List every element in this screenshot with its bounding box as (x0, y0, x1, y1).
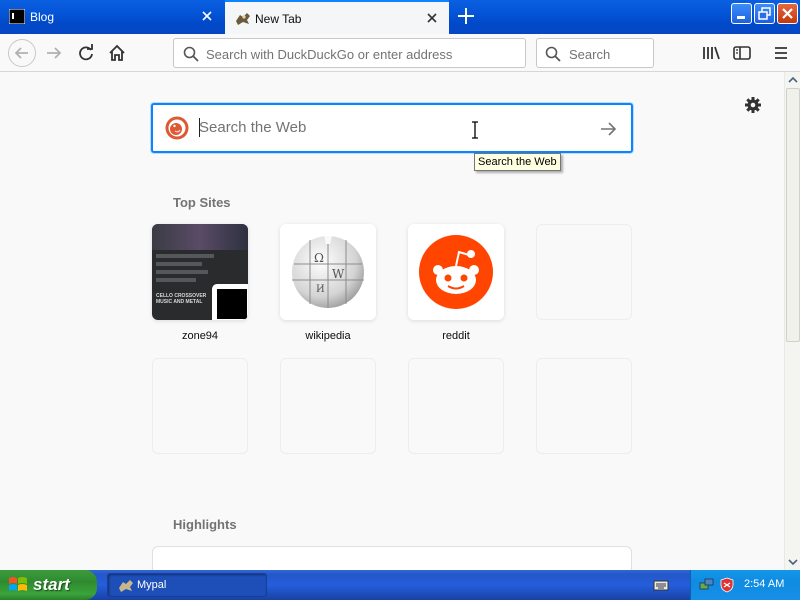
navigation-toolbar: Search with DuckDuckGo or enter address … (0, 34, 800, 72)
top-site-label[interactable]: wikipedia (280, 330, 376, 342)
new-tab-button[interactable] (455, 5, 477, 27)
tab-label: New Tab (255, 12, 302, 26)
arrow-right-icon[interactable] (597, 118, 619, 140)
library-icon[interactable] (699, 41, 723, 65)
network-icon[interactable] (699, 577, 715, 593)
minimize-icon (737, 16, 745, 19)
arrow-left-icon (14, 47, 28, 59)
terminal-icon (9, 9, 25, 24)
top-site-tile-zone94[interactable]: CELLO CROSSOVER MUSIC AND METAL (152, 224, 248, 320)
taskbar-item-mypal[interactable]: Mypal (107, 573, 267, 597)
highlights-heading: Highlights (173, 517, 237, 532)
svg-text:И: И (316, 284, 325, 295)
address-bar[interactable]: Search with DuckDuckGo or enter address (173, 38, 526, 68)
top-sites-heading: Top Sites (173, 195, 231, 210)
hamburger-menu-icon[interactable] (769, 41, 793, 65)
home-icon[interactable] (105, 41, 129, 65)
tab-bar: Blog New Tab (0, 0, 800, 34)
preview-text: CELLO CROSSOVER MUSIC AND METAL (156, 293, 207, 305)
close-icon (782, 8, 793, 19)
taskbar-item-label: Mypal (137, 579, 167, 591)
web-search-box[interactable]: Search the Web (151, 103, 633, 153)
empty-top-site-slot[interactable] (408, 358, 504, 454)
search-bar[interactable]: Search (536, 38, 654, 68)
new-tab-page: Search the Web Search the Web Top Sites … (0, 72, 784, 570)
mypal-icon (236, 13, 250, 25)
gear-icon[interactable] (744, 96, 762, 114)
scroll-up-arrow-icon[interactable] (785, 72, 800, 88)
search-icon (183, 46, 199, 62)
forward-button[interactable] (42, 41, 66, 65)
tab-label: Blog (30, 10, 55, 24)
windows-logo-icon (9, 577, 27, 591)
web-search-placeholder: Search the Web (199, 119, 307, 136)
system-tray: 2:54 AM (690, 570, 800, 600)
reddit-icon (419, 235, 493, 309)
close-icon[interactable] (199, 8, 215, 24)
restore-button[interactable] (754, 3, 775, 24)
vertical-scrollbar[interactable] (784, 72, 800, 570)
empty-top-site-slot[interactable] (536, 224, 632, 320)
tab-blog[interactable]: Blog (0, 0, 224, 33)
text-cursor-icon (472, 121, 478, 139)
reload-icon[interactable] (74, 41, 98, 65)
svg-text:Ω: Ω (314, 251, 324, 265)
back-button[interactable] (8, 39, 36, 67)
top-site-label[interactable]: reddit (408, 330, 504, 342)
start-button[interactable]: start (0, 570, 97, 600)
clock: 2:54 AM (744, 578, 785, 590)
close-icon[interactable] (424, 10, 440, 26)
taskbar: start Mypal 2:54 AM (0, 570, 800, 600)
wikipedia-globe-icon: Ω W И (292, 236, 364, 308)
tab-new-tab[interactable]: New Tab (225, 0, 449, 34)
duckduckgo-icon (165, 116, 189, 140)
svg-text:W: W (332, 267, 345, 281)
mypal-icon (119, 580, 133, 592)
empty-top-site-slot[interactable] (536, 358, 632, 454)
top-site-tile-reddit[interactable] (408, 224, 504, 320)
address-bar-placeholder: Search with DuckDuckGo or enter address (206, 47, 453, 62)
scrollbar-thumb[interactable] (786, 88, 800, 342)
restore-icon (758, 7, 771, 20)
start-label: start (33, 575, 70, 594)
tooltip: Search the Web (474, 153, 561, 171)
minimize-button[interactable] (731, 3, 752, 24)
highlight-card[interactable] (152, 546, 632, 570)
site-favicon (212, 284, 248, 320)
search-bar-placeholder: Search (569, 47, 611, 62)
empty-top-site-slot[interactable] (152, 358, 248, 454)
close-window-button[interactable] (777, 3, 798, 24)
top-site-label[interactable]: zone94 (152, 330, 248, 342)
scroll-down-arrow-icon[interactable] (785, 554, 800, 570)
security-shield-icon[interactable] (719, 577, 735, 593)
search-icon (545, 46, 561, 62)
sidebar-icon[interactable] (730, 41, 754, 65)
text-caret (199, 118, 200, 137)
top-site-tile-wikipedia[interactable]: Ω W И (280, 224, 376, 320)
keyboard-icon[interactable] (653, 578, 669, 592)
empty-top-site-slot[interactable] (280, 358, 376, 454)
